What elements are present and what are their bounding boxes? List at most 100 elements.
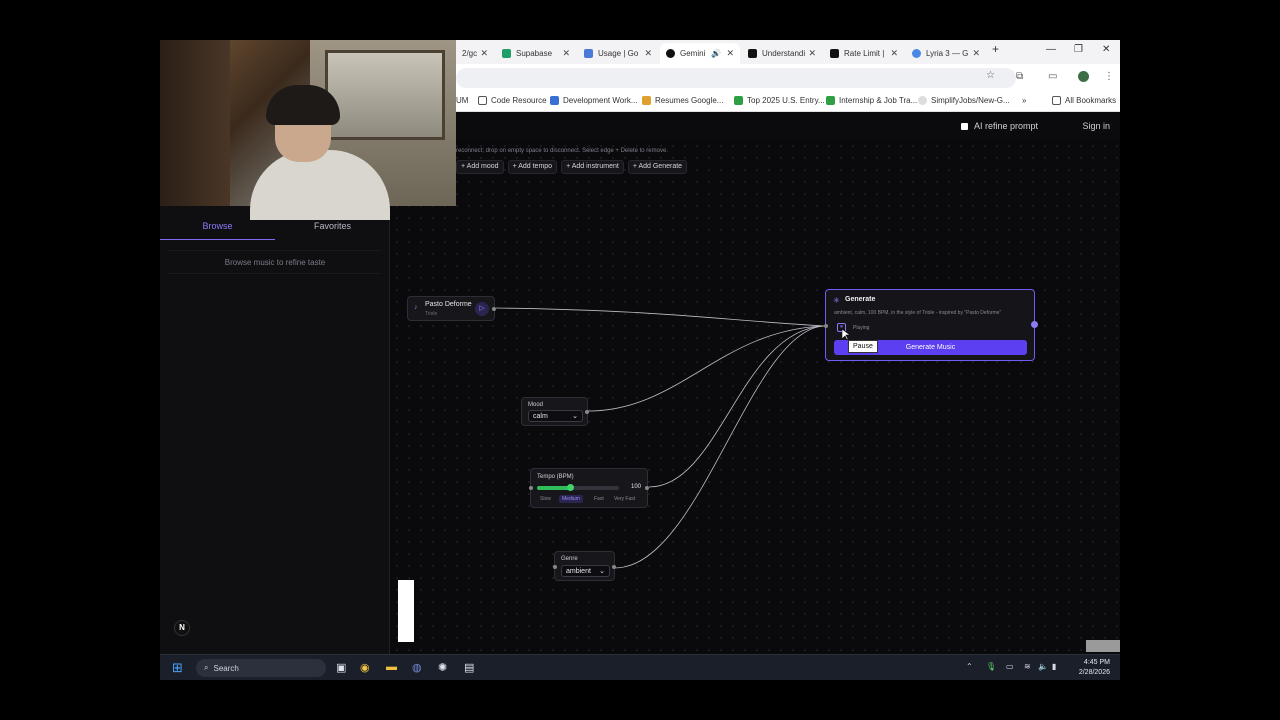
- scrollbar-thumb[interactable]: [1086, 640, 1120, 652]
- address-bar[interactable]: [456, 68, 1016, 88]
- cast-icon[interactable]: ▭: [1048, 71, 1057, 82]
- add-generate-button[interactable]: + Add Generate: [627, 160, 688, 174]
- wifi-icon[interactable]: ≋: [1024, 662, 1031, 671]
- preset-fast[interactable]: Fast: [591, 495, 607, 503]
- speaker-icon[interactable]: 🔊: [711, 49, 721, 58]
- tempo-slider-thumb[interactable]: [566, 484, 574, 491]
- checkbox[interactable]: [960, 122, 968, 130]
- windows-start-icon[interactable]: ⊞: [172, 660, 183, 676]
- window-close-icon[interactable]: ✕: [1102, 44, 1110, 55]
- profile-avatar[interactable]: [1078, 71, 1089, 82]
- close-icon[interactable]: ✕: [480, 48, 488, 59]
- minimize-icon[interactable]: —: [1046, 44, 1056, 55]
- add-mood-button[interactable]: + Add mood: [456, 160, 504, 174]
- doc-icon: [550, 96, 559, 105]
- add-tempo-button[interactable]: + Add tempo: [507, 160, 558, 174]
- generate-node[interactable]: ✳ Generate ambient, calm, 100 BPM, in th…: [824, 289, 1038, 361]
- close-icon[interactable]: ✕: [726, 48, 734, 59]
- terminal-icon[interactable]: ▤: [464, 661, 474, 674]
- tab-0[interactable]: 2/gc ✕: [456, 43, 494, 64]
- close-icon[interactable]: ✕: [644, 48, 652, 59]
- tab-4[interactable]: Understandi ✕: [742, 43, 822, 64]
- flow-canvas[interactable]: [391, 140, 1120, 654]
- discord-icon[interactable]: ◍: [412, 661, 422, 674]
- bookmark-4[interactable]: Top 2025 U.S. Entry...: [734, 96, 825, 105]
- battery-icon[interactable]: ▮: [1052, 662, 1056, 671]
- tab-2[interactable]: Usage | Go ✕: [578, 43, 658, 64]
- genre-label: Genre: [561, 556, 578, 562]
- bookmark-3[interactable]: Resumes Google...: [642, 96, 723, 105]
- output-handle[interactable]: [492, 307, 496, 311]
- chevron-down-icon: ⌄: [572, 413, 578, 420]
- output-handle[interactable]: [585, 410, 589, 414]
- play-icon[interactable]: ▷: [475, 302, 489, 316]
- ai-refine-toggle[interactable]: AI refine prompt: [960, 121, 1038, 131]
- input-handle[interactable]: [529, 486, 533, 490]
- all-bookmarks-label: All Bookmarks: [1065, 96, 1117, 105]
- bookmark-2[interactable]: Development Work...: [550, 96, 638, 105]
- chevron-down-icon: ⌄: [599, 568, 605, 575]
- chatgpt-icon[interactable]: ✺: [438, 661, 447, 674]
- tempo-node[interactable]: Tempo (BPM) 100 Slow Medium Fast Very Fa…: [529, 468, 649, 508]
- output-handle[interactable]: [645, 486, 649, 490]
- preset-very-fast[interactable]: Very Fast: [611, 495, 638, 503]
- clock[interactable]: 4:45 PM 2/28/2026: [1079, 658, 1110, 678]
- close-icon[interactable]: ✕: [972, 48, 980, 59]
- preset-slow[interactable]: Slow: [537, 495, 554, 503]
- white-panel: [398, 580, 414, 642]
- file-explorer-icon[interactable]: ▬: [386, 661, 397, 673]
- bookmark-0[interactable]: UM: [456, 96, 468, 105]
- battery-saver-icon[interactable]: ▭: [1006, 662, 1014, 671]
- mood-value: calm: [533, 412, 548, 420]
- bookmarks-more[interactable]: »: [1022, 96, 1026, 105]
- input-handle[interactable]: [824, 324, 828, 328]
- input-handle[interactable]: [553, 565, 557, 569]
- tempo-label: Tempo (BPM): [537, 474, 574, 480]
- tempo-value: 100: [631, 484, 642, 490]
- cam-pillar: [160, 40, 230, 206]
- mood-select[interactable]: calm ⌄: [528, 410, 583, 422]
- output-handle[interactable]: [1031, 321, 1038, 328]
- genre-select[interactable]: ambient ⌄: [561, 565, 610, 577]
- genre-node[interactable]: Genre ambient ⌄: [553, 551, 616, 581]
- tray-chevron-icon[interactable]: ⌃: [966, 662, 973, 671]
- close-icon[interactable]: ✕: [890, 48, 898, 59]
- bookmark-6[interactable]: SimplifyJobs/New-G...: [918, 96, 1010, 105]
- tab-3[interactable]: Gemini 🔊 ✕: [660, 43, 740, 64]
- tab-1[interactable]: Supabase ✕: [496, 43, 576, 64]
- output-handle[interactable]: [612, 565, 616, 569]
- canvas-hint: reconnect; drop on empty space to discon…: [456, 148, 668, 154]
- cam-window: [325, 50, 445, 140]
- extensions-icon[interactable]: ⧉: [1016, 71, 1023, 82]
- clock-time: 4:45 PM: [1083, 659, 1110, 666]
- close-icon[interactable]: ✕: [808, 48, 816, 59]
- next-badge[interactable]: N: [174, 620, 190, 636]
- taskbar-search[interactable]: ⌕ Search: [196, 659, 326, 677]
- tab-5[interactable]: Rate Limit | ✕: [824, 43, 904, 64]
- track-node[interactable]: ♪ Pasto Deforme Triole ▷: [407, 296, 496, 321]
- chrome-icon[interactable]: ◉: [360, 661, 370, 674]
- restore-icon[interactable]: ❐: [1074, 44, 1083, 55]
- site-icon: [830, 49, 839, 58]
- star-icon[interactable]: ☆: [986, 70, 995, 81]
- ai-refine-label: AI refine prompt: [973, 121, 1038, 131]
- tempo-slider-fill: [537, 486, 570, 490]
- tab-6[interactable]: Lyria 3 — G ✕: [906, 43, 986, 64]
- task-view-icon[interactable]: ▣: [336, 661, 346, 674]
- bookmark-1[interactable]: Code Resource: [478, 96, 547, 105]
- sign-in-button[interactable]: Sign in: [1082, 121, 1110, 131]
- mood-node[interactable]: Mood calm ⌄: [521, 397, 589, 426]
- preset-medium[interactable]: Medium: [559, 495, 583, 503]
- all-bookmarks[interactable]: All Bookmarks: [1052, 96, 1116, 105]
- close-icon[interactable]: ✕: [562, 48, 570, 59]
- left-panel: Browse Favorites Browse music to refine …: [160, 206, 390, 654]
- volume-icon[interactable]: 🔈: [1038, 662, 1048, 671]
- track-title: Pasto Deforme: [425, 301, 472, 308]
- tempo-slider-track[interactable]: [537, 484, 619, 491]
- add-instrument-button[interactable]: + Add instrument: [561, 160, 624, 174]
- clock-date: 2/28/2026: [1078, 669, 1110, 676]
- menu-icon[interactable]: ⋮: [1104, 71, 1114, 82]
- microphone-icon[interactable]: 🎙: [986, 662, 996, 671]
- new-tab-button[interactable]: +: [992, 42, 999, 56]
- bookmark-5[interactable]: Internship & Job Tra...: [826, 96, 917, 105]
